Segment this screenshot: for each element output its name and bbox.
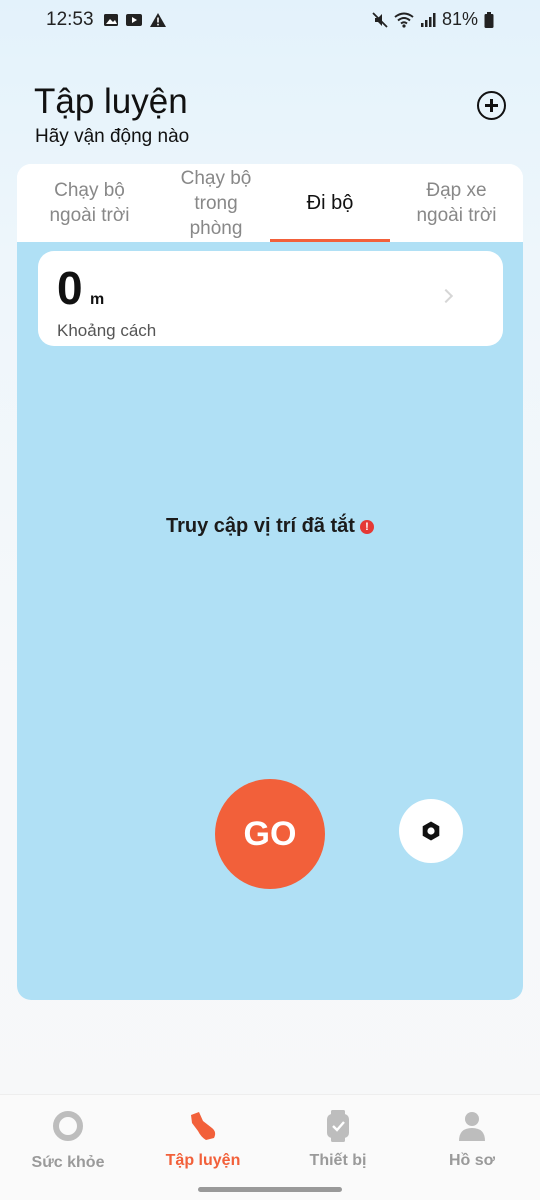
- nav-device[interactable]: Thiết bị: [278, 1109, 398, 1170]
- nav-label: Hồ sơ: [448, 1152, 496, 1169]
- nav-label: Sức khỏe: [31, 1154, 105, 1171]
- nav-icon-wrap: [321, 1109, 355, 1143]
- signal-icon: [420, 12, 436, 27]
- home-indicator[interactable]: [198, 1187, 342, 1192]
- gallery-icon: [104, 14, 118, 26]
- tab-outdoor-run[interactable]: Chạy bộ ngoài trời: [17, 164, 162, 242]
- workout-type-tabs: Chạy bộ ngoài trời Chạy bộ trong phòng Đ…: [17, 164, 523, 242]
- tab-label-line: Đạp xe: [426, 180, 487, 201]
- distance-panel[interactable]: 0 m Khoảng cách: [38, 251, 503, 346]
- tab-label-line: Đi bộ: [306, 191, 354, 214]
- watch-icon: [327, 1110, 349, 1142]
- tab-label-line: ngoài trời: [416, 205, 497, 226]
- nav-icon-wrap: [186, 1109, 220, 1143]
- chevron-right-icon: [438, 288, 454, 304]
- ring-icon: [53, 1111, 83, 1141]
- status-time: 12:53: [46, 9, 94, 30]
- location-disabled-message[interactable]: Truy cập vị trí đã tắt!: [17, 515, 523, 538]
- battery-percent: 81%: [441, 9, 478, 29]
- add-workout-button[interactable]: [477, 91, 506, 120]
- workout-settings-button[interactable]: [399, 799, 463, 863]
- battery-icon: [484, 11, 494, 28]
- nav-label: Thiết bị: [309, 1152, 367, 1169]
- nav-health[interactable]: Sức khỏe: [8, 1109, 128, 1172]
- warning-icon: [150, 13, 166, 27]
- nav-workout[interactable]: Tập luyện: [143, 1109, 263, 1170]
- tab-walk[interactable]: Đi bộ: [270, 164, 390, 242]
- tab-label-line: Chạy bộ: [180, 167, 252, 189]
- status-notification-icons: [103, 12, 167, 28]
- tab-outdoor-cycle[interactable]: Đạp xe ngoài trời: [390, 164, 523, 242]
- nav-profile[interactable]: Hồ sơ: [412, 1109, 532, 1170]
- tab-label-line: phòng: [189, 217, 243, 239]
- shoe-icon: [191, 1112, 216, 1140]
- tab-label-line: ngoài trời: [49, 205, 130, 226]
- distance-unit: m: [90, 291, 105, 308]
- tab-label-line: trong: [194, 192, 238, 214]
- page-title: Tập luyện: [34, 82, 188, 121]
- go-button[interactable]: GO: [215, 779, 325, 889]
- youtube-icon: [126, 14, 142, 26]
- nav-label: Tập luyện: [165, 1152, 241, 1169]
- nav-icon-wrap: [51, 1111, 85, 1145]
- alert-icon: !: [359, 520, 374, 534]
- wifi-icon: [394, 12, 414, 28]
- go-label: GO: [243, 814, 297, 853]
- hexagon-settings-icon: [422, 821, 440, 841]
- location-message-text: Truy cập vị trí đã tắt: [166, 515, 355, 537]
- distance-label: Khoảng cách: [57, 321, 157, 340]
- person-icon: [459, 1112, 485, 1141]
- status-system-icons: 81%: [372, 9, 494, 30]
- mute-icon: [372, 11, 388, 28]
- page-subtitle: Hãy vận động nào: [35, 126, 190, 147]
- distance-value: 0: [57, 262, 83, 314]
- tab-label-line: Chạy bộ: [54, 180, 125, 201]
- workout-card: Chạy bộ ngoài trời Chạy bộ trong phòng Đ…: [17, 164, 523, 1000]
- bottom-navigation: Sức khỏe Tập luyện Thiết bị Hồ sơ: [0, 1094, 540, 1200]
- nav-icon-wrap: [455, 1109, 489, 1143]
- status-bar: 12:53 81%: [0, 0, 540, 40]
- tab-indoor-run[interactable]: Chạy bộ trong phòng: [162, 164, 270, 242]
